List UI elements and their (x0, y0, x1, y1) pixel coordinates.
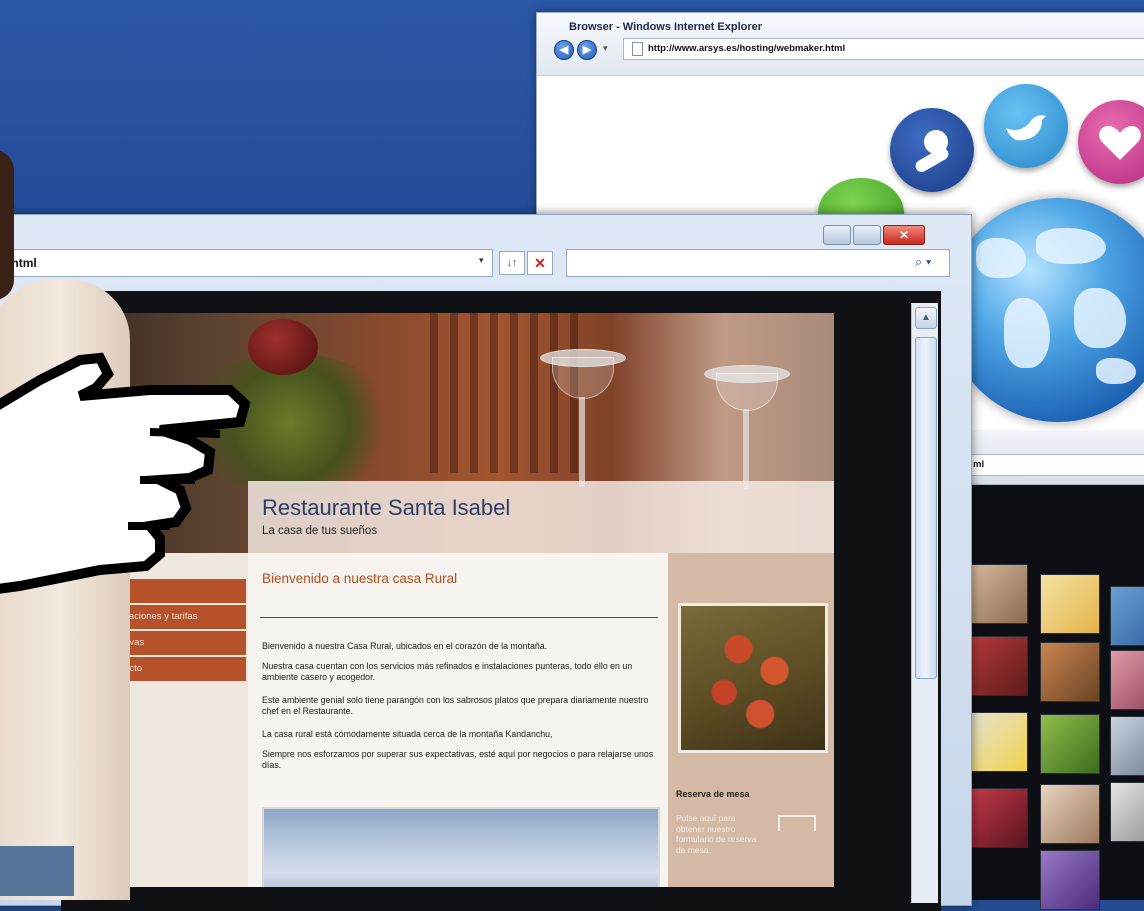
paragraph: Bienvenido a nuestra Casa Rural, ubicado… (262, 641, 548, 651)
paragraph: La casa rural está cómodamente situada c… (262, 729, 553, 739)
woman-hair (0, 150, 14, 300)
divider (260, 617, 658, 618)
back-address-url: http://www.arsys.es/hosting/webmaker.htm… (648, 43, 846, 54)
media-address-url: ml (973, 459, 985, 470)
user-icon (890, 108, 974, 192)
front-address-bar[interactable]: aker.html (0, 249, 493, 277)
back-arrow-icon[interactable]: ◀ (554, 40, 574, 60)
site-title: Restaurante Santa Isabel (262, 495, 511, 520)
media-thumbnail[interactable] (1040, 784, 1100, 844)
scroll-up-button[interactable]: ▲ (915, 307, 937, 329)
media-browser-window: ml (960, 430, 1144, 910)
table-icon (778, 815, 816, 831)
heart-icon (1078, 100, 1144, 184)
site-subtitle: La casa de tus sueños (262, 525, 378, 537)
close-button[interactable]: ✕ (883, 225, 925, 245)
media-thumbnail[interactable] (968, 636, 1028, 696)
address-dropdown-icon[interactable]: ▾ (479, 255, 484, 266)
media-thumbnail[interactable] (1040, 850, 1100, 910)
paragraph: Este ambiente genial solo tiene parangón… (262, 695, 649, 716)
stop-button[interactable]: ✕ (527, 251, 553, 275)
media-thumbnail[interactable] (1040, 642, 1100, 702)
media-thumbnail[interactable] (1040, 714, 1100, 774)
media-thumbnail[interactable] (1110, 716, 1144, 776)
media-browser-bar: ml (960, 430, 1144, 485)
media-thumbnail[interactable] (1110, 586, 1144, 646)
media-thumbnail[interactable] (1040, 574, 1100, 634)
maximize-button[interactable] (853, 225, 881, 245)
media-thumbnail[interactable] (1110, 782, 1144, 842)
woman-jeans (0, 846, 74, 896)
back-browser-titlebar: Browser - Windows Internet Explorer ◀ ▶ … (537, 13, 1144, 76)
reserva-heading: Reserva de mesa (676, 789, 750, 799)
media-thumbnail[interactable] (968, 712, 1028, 772)
poppy-flowers-image (678, 603, 828, 753)
search-input[interactable]: ⌕ ▾ (566, 249, 950, 277)
paragraph: Siempre nos esforzamos por superar sus e… (262, 749, 654, 770)
back-browser-title: Browser - Windows Internet Explorer (569, 21, 763, 33)
media-thumbnail[interactable] (968, 564, 1028, 624)
media-address-bar[interactable]: ml (968, 454, 1144, 476)
forward-arrow-icon[interactable]: ▶ (577, 40, 597, 60)
search-icon[interactable]: ⌕ ▾ (915, 254, 931, 270)
page-icon (632, 42, 643, 56)
media-thumbnail[interactable] (968, 788, 1028, 848)
history-dropdown-icon[interactable]: ▾ (603, 43, 608, 54)
welcome-heading: Bienvenido a nuestra casa Rural (262, 571, 458, 586)
media-thumbnail[interactable] (1110, 650, 1144, 710)
reserva-link[interactable]: Pulse aquí para obtener nuestro formular… (676, 813, 760, 855)
vertical-scrollbar[interactable]: ▲ (911, 303, 938, 903)
sky-image (262, 807, 660, 887)
site-header-band: Restaurante Santa Isabel La casa de tus … (248, 481, 834, 553)
refresh-button[interactable]: ↓↑ (499, 251, 525, 275)
minimize-button[interactable] (823, 225, 851, 245)
paragraph: Nuestra casa cuentan con los servicios m… (262, 661, 633, 682)
back-address-bar[interactable]: http://www.arsys.es/hosting/webmaker.htm… (623, 38, 1144, 60)
scroll-thumb[interactable] (915, 337, 937, 679)
twitter-icon (984, 84, 1068, 168)
pointer-hand-icon (0, 352, 251, 594)
main-content: Bienvenido a nuestra casa Rural Bienveni… (248, 553, 668, 887)
sidebar: Reserva de mesa Pulse aquí para obtener … (668, 553, 834, 887)
